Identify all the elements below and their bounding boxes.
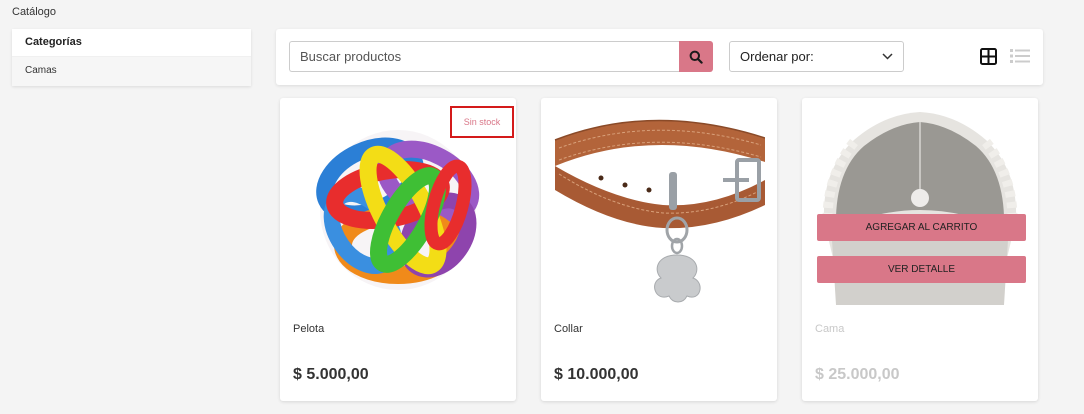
page-title: Catálogo xyxy=(12,6,57,18)
grid-view-button[interactable] xyxy=(978,46,998,66)
grid-view-icon xyxy=(979,47,997,65)
product-name[interactable]: Pelota xyxy=(293,323,324,335)
search-bar xyxy=(289,41,713,72)
sort-select[interactable]: Ordenar por: xyxy=(729,41,904,72)
product-card[interactable]: Collar $ 10.000,00 xyxy=(541,98,777,401)
add-to-cart-button[interactable]: AGREGAR AL CARRITO xyxy=(817,214,1026,241)
product-price: $ 10.000,00 xyxy=(554,366,639,383)
search-input[interactable] xyxy=(289,41,679,72)
catalog-toolbar: Ordenar por: xyxy=(276,29,1043,85)
sidebar-title: Categorías xyxy=(12,29,251,57)
product-card[interactable]: AGREGAR AL CARRITO VER DETALLE Cama $ 25… xyxy=(802,98,1038,401)
product-price: $ 25.000,00 xyxy=(815,366,900,383)
category-sidebar: Categorías Camas xyxy=(12,29,251,86)
product-name[interactable]: Cama xyxy=(815,323,844,335)
ball-toy-image xyxy=(292,110,504,305)
list-view-icon xyxy=(1010,49,1030,63)
search-button[interactable] xyxy=(679,41,713,72)
chevron-down-icon xyxy=(882,53,893,60)
collar-image xyxy=(553,110,765,305)
product-price: $ 5.000,00 xyxy=(293,366,369,383)
product-name[interactable]: Collar xyxy=(554,323,583,335)
view-details-button[interactable]: VER DETALLE xyxy=(817,256,1026,283)
out-of-stock-badge: Sin stock xyxy=(450,106,514,138)
search-icon xyxy=(689,50,703,64)
sidebar-item-camas[interactable]: Camas xyxy=(12,57,251,86)
product-card[interactable]: Sin stock Pelota $ 5.000,00 xyxy=(280,98,516,401)
sort-select-label: Ordenar por: xyxy=(740,49,814,64)
list-view-button[interactable] xyxy=(1009,46,1031,66)
